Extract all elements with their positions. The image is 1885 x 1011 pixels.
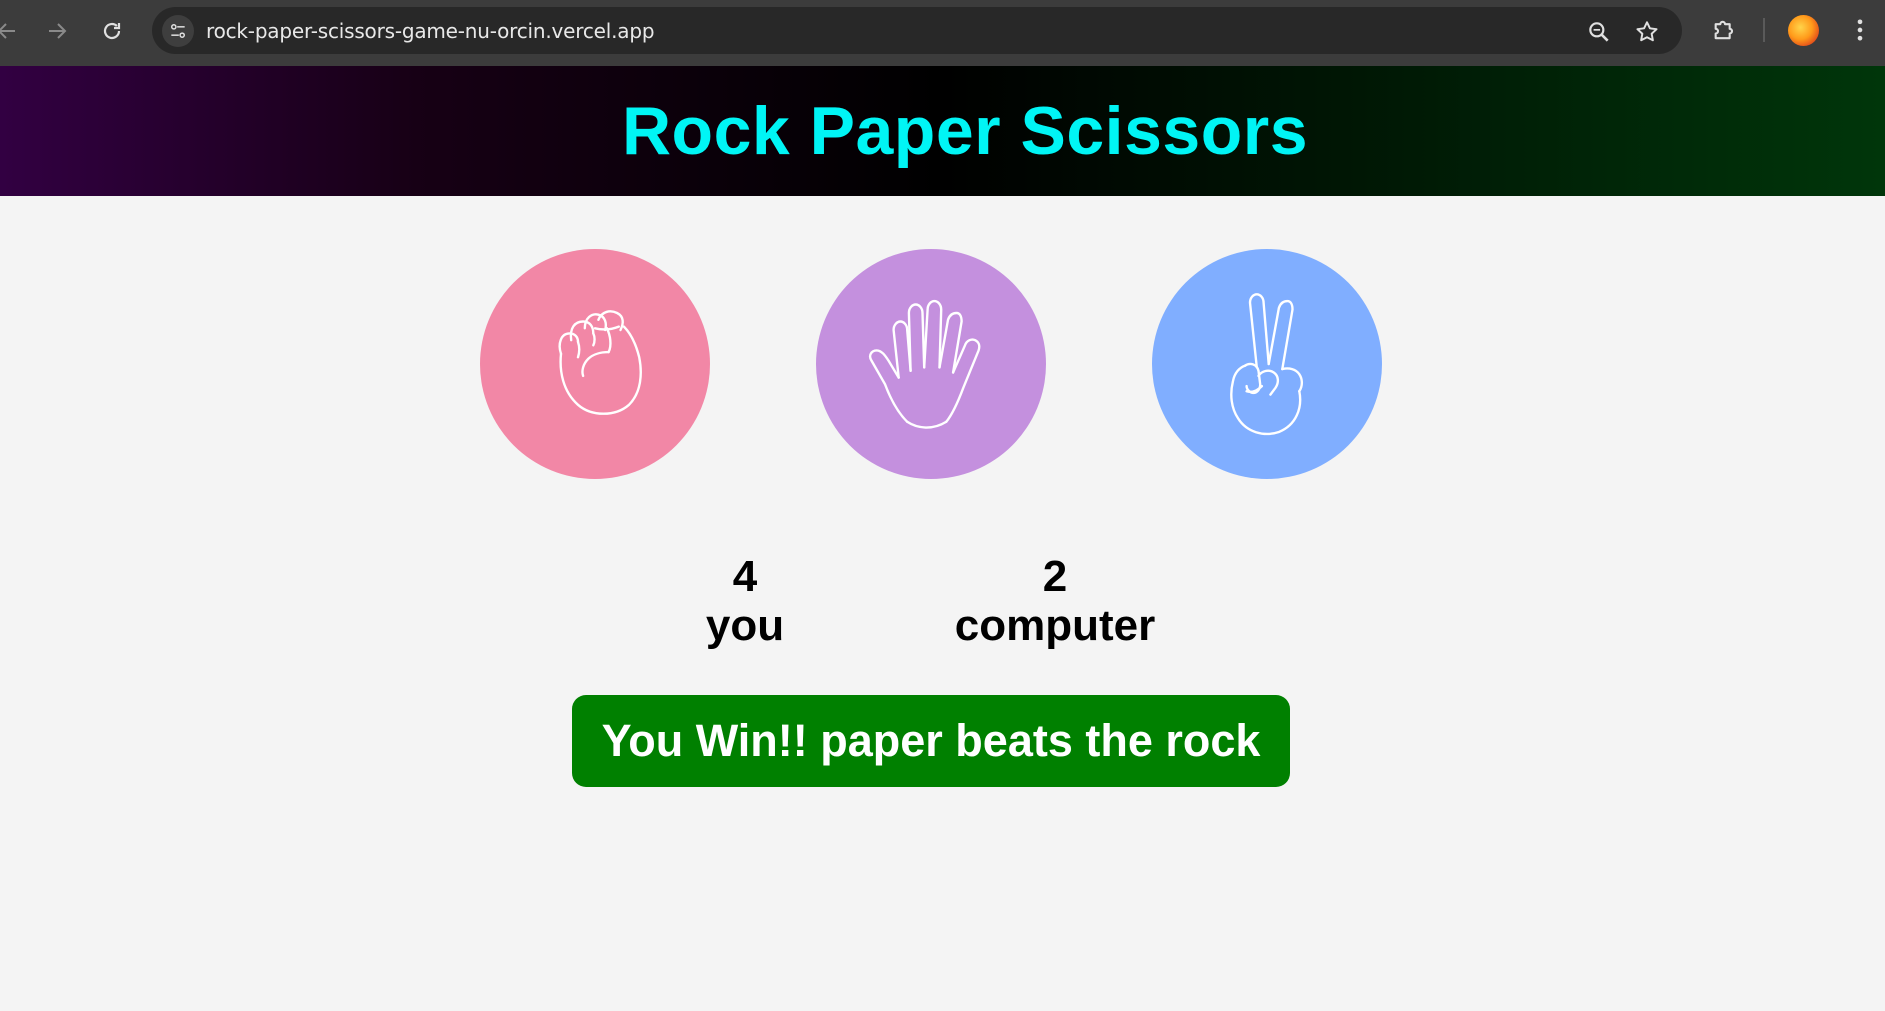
result-message-text: You Win!! paper beats the rock — [601, 715, 1261, 766]
forward-icon[interactable] — [40, 14, 74, 48]
zoom-icon[interactable] — [1586, 19, 1612, 45]
page-title: Rock Paper Scissors — [621, 93, 1309, 169]
back-icon[interactable] — [0, 14, 24, 48]
computer-score-label: computer — [954, 601, 1156, 650]
peace-hand-icon — [1230, 293, 1304, 436]
extensions-icon[interactable] — [1711, 16, 1739, 44]
reload-icon[interactable] — [95, 14, 129, 48]
computer-score: 2 computer — [915, 553, 1195, 651]
toolbar-divider — [1763, 18, 1765, 42]
site-info-icon[interactable] — [162, 15, 194, 47]
open-hand-icon — [868, 299, 981, 429]
profile-avatar[interactable] — [1788, 15, 1819, 46]
rock-choice-button[interactable] — [480, 249, 710, 479]
scissors-choice-button[interactable] — [1152, 249, 1382, 479]
user-score-value: 4 — [732, 552, 758, 601]
page-header: Rock Paper Scissors — [0, 66, 1885, 196]
bookmark-star-icon[interactable] — [1634, 19, 1660, 45]
result-message: You Win!! paper beats the rock — [572, 695, 1290, 787]
user-score-label: you — [705, 601, 785, 650]
user-score: 4 you — [665, 553, 825, 651]
browser-toolbar: rock-paper-scissors-game-nu-orcin.vercel… — [0, 0, 1885, 66]
computer-score-value: 2 — [1042, 552, 1068, 601]
paper-choice-button[interactable] — [816, 249, 1046, 479]
fist-hand-icon — [558, 310, 642, 415]
url-text[interactable]: rock-paper-scissors-game-nu-orcin.vercel… — [206, 19, 655, 43]
address-bar[interactable]: rock-paper-scissors-game-nu-orcin.vercel… — [152, 7, 1682, 54]
menu-icon[interactable] — [1846, 16, 1874, 44]
